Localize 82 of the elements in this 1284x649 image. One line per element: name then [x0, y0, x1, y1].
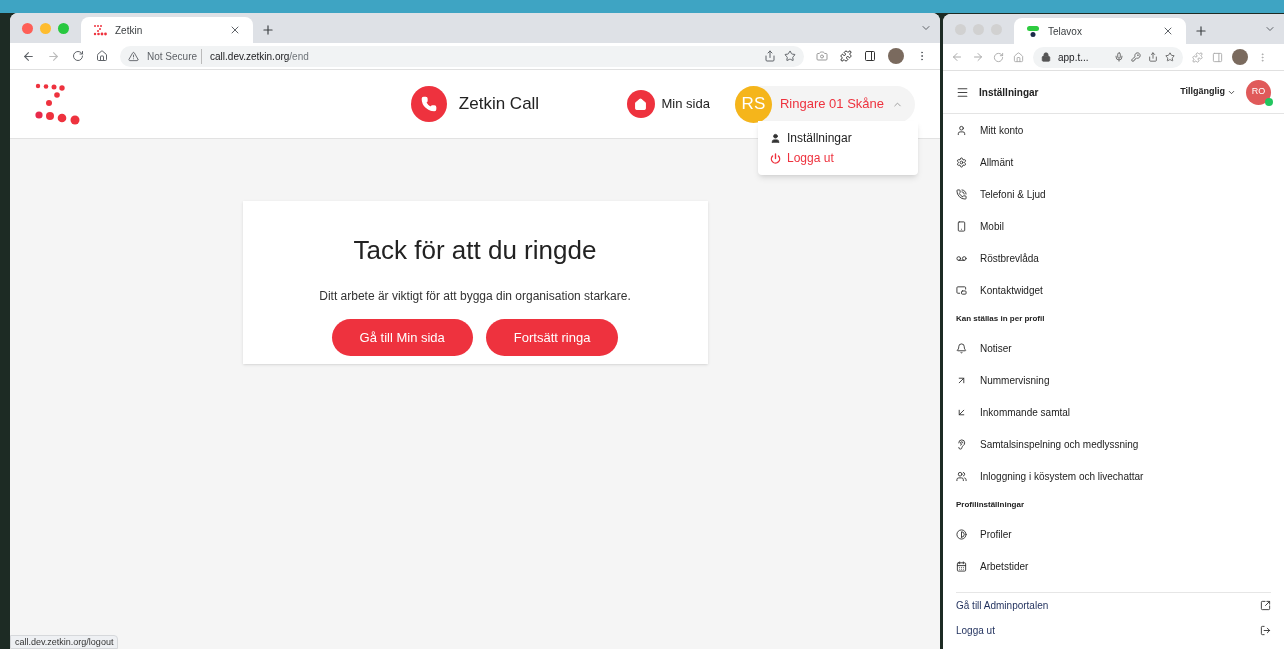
status-link-tooltip: call.dev.zetkin.org/logout — [10, 635, 119, 649]
share-icon[interactable] — [764, 50, 776, 62]
security-label: Not Secure — [147, 48, 203, 64]
page-title: Inställningar — [979, 85, 1040, 100]
url-text: call.dev.zetkin.org/end — [210, 49, 309, 64]
user-avatar[interactable]: RO — [1246, 79, 1271, 105]
forward-icon[interactable] — [972, 51, 984, 63]
close-tab-icon[interactable] — [229, 24, 241, 36]
address-bar[interactable]: app.t... — [1033, 46, 1183, 68]
key-icon[interactable] — [1131, 52, 1141, 62]
leaf-favicon-icon — [1026, 24, 1040, 38]
maximize-window-button[interactable] — [58, 22, 69, 34]
card-title: Tack för att du ringde — [353, 234, 597, 267]
side-panel-icon[interactable] — [864, 50, 876, 62]
home-badge-icon — [626, 90, 655, 118]
bell-icon — [956, 342, 967, 354]
menu-item[interactable]: Logga ut — [770, 148, 906, 168]
close-tab-icon[interactable] — [1162, 25, 1174, 37]
half-circle-icon — [956, 528, 967, 540]
reload-icon[interactable] — [72, 50, 84, 62]
extensions-icon[interactable] — [840, 50, 852, 62]
settings-item[interactable]: Arbetstider — [956, 550, 1271, 582]
settings-item[interactable]: Profiler — [956, 518, 1271, 550]
forward-icon[interactable] — [47, 49, 60, 63]
settings-item[interactable]: Mitt konto — [956, 114, 1271, 146]
new-tab-icon[interactable] — [261, 23, 275, 37]
my-page-link[interactable]: Min sida — [626, 90, 710, 118]
power-icon — [770, 152, 781, 164]
profile-avatar[interactable] — [888, 48, 904, 64]
action-button[interactable]: Gå till Min sida — [331, 319, 473, 356]
gear-icon — [956, 156, 967, 168]
user-name: Ringare 01 Skåne — [779, 95, 884, 114]
phone-badge-icon — [410, 86, 447, 122]
section-heading: Kan ställas in per profil — [956, 313, 1046, 325]
availability-dropdown[interactable]: Tillgänglig — [1180, 85, 1236, 99]
settings-item[interactable]: Telefoni & Ljud — [956, 178, 1271, 210]
address-bar[interactable]: Not Secure call.dev.zetkin.org/end — [120, 45, 804, 67]
dots-favicon-icon — [93, 24, 107, 36]
settings-item[interactable]: Allmänt — [956, 146, 1271, 178]
footer-link[interactable]: Logga ut — [956, 618, 1271, 643]
user-avatar: RS — [734, 85, 772, 123]
people-icon — [956, 470, 967, 482]
logout-icon — [1260, 625, 1271, 636]
settings-item[interactable]: Mobil — [956, 210, 1271, 242]
menu-icon[interactable] — [956, 85, 969, 99]
action-button[interactable]: Fortsätt ringa — [485, 319, 619, 356]
app-title: Zetkin Call — [458, 93, 540, 116]
back-icon[interactable] — [22, 49, 35, 63]
browser-tab[interactable]: Telavox — [1014, 18, 1186, 44]
lock-icon — [1041, 52, 1051, 62]
settings-item[interactable]: Samtalsinspelning och medlyssning — [956, 428, 1271, 460]
share-icon[interactable] — [1148, 52, 1158, 62]
external-link-icon — [1260, 600, 1271, 611]
person-icon — [770, 132, 781, 144]
settings-item[interactable]: Röstbrevlåda — [956, 242, 1271, 274]
user-menu-button[interactable]: RS Ringare 01 Skåne — [734, 85, 915, 123]
bookmark-star-icon[interactable] — [784, 50, 796, 62]
ear-icon — [956, 438, 967, 450]
settings-item[interactable]: Inloggning i kösystem och livechattar — [956, 460, 1271, 492]
profile-avatar[interactable] — [1232, 49, 1248, 65]
widget-window-icon — [956, 284, 967, 296]
settings-item[interactable]: Inkommande samtal — [956, 396, 1271, 428]
url-text: app.t... — [1058, 50, 1089, 65]
browser-tab[interactable]: Zetkin — [81, 17, 253, 43]
person-icon — [956, 124, 967, 136]
camera-icon[interactable] — [816, 50, 828, 62]
close-window-button[interactable] — [22, 22, 33, 34]
home-icon[interactable] — [96, 50, 108, 62]
settings-item[interactable]: Kontaktwidget — [956, 274, 1271, 306]
new-tab-icon[interactable] — [1194, 24, 1208, 38]
settings-item[interactable]: Notiser — [956, 332, 1271, 364]
card-text: Ditt arbete är viktigt för att bygga din organisation starkare. — [319, 288, 631, 305]
settings-item[interactable]: Nummervisning — [956, 364, 1271, 396]
section-heading: Profilinställningar — [956, 499, 1025, 511]
menu-item[interactable]: Inställningar — [770, 128, 906, 148]
footer-link[interactable]: Gå till Adminportalen — [956, 593, 1271, 618]
warning-icon — [128, 50, 139, 62]
phone-icon — [956, 188, 967, 200]
bookmark-star-icon[interactable] — [1165, 52, 1175, 62]
calendar-icon — [956, 560, 967, 572]
microphone-icon[interactable] — [1114, 52, 1124, 62]
smartphone-icon — [956, 220, 967, 232]
